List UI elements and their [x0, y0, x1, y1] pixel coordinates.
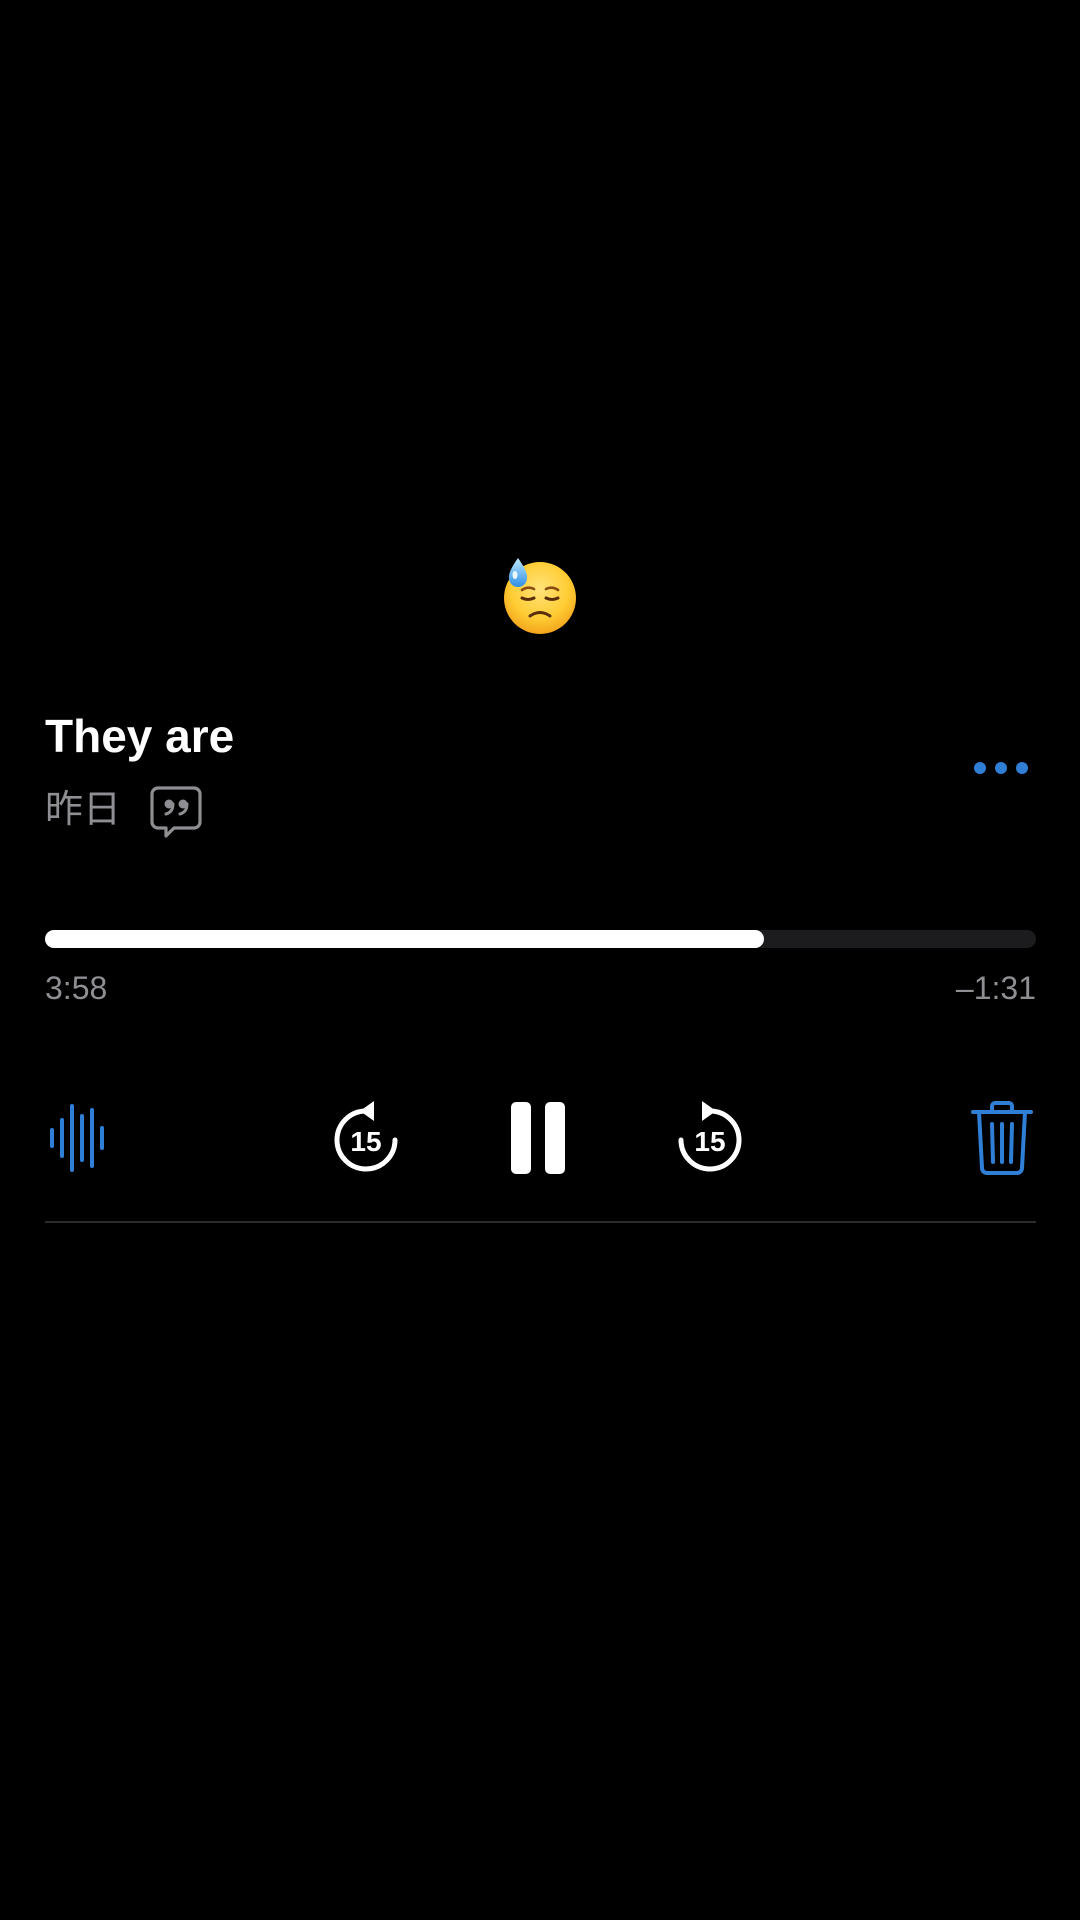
waveform-icon	[50, 1104, 104, 1172]
playback-progress-bar[interactable]	[45, 930, 1036, 948]
delete-recording-button[interactable]	[970, 1100, 1034, 1176]
pause-icon	[511, 1102, 565, 1174]
trash-icon	[971, 1101, 1033, 1175]
more-options-button[interactable]	[968, 752, 1032, 784]
recording-title: They are	[45, 710, 235, 762]
pause-button[interactable]	[508, 1100, 568, 1176]
elapsed-time: 3:58	[45, 970, 108, 1006]
ellipsis-icon	[974, 762, 1028, 774]
skip-forward-15-button[interactable]: 15	[674, 1098, 746, 1178]
recording-date: 昨日	[45, 787, 122, 831]
skip-forward-seconds: 15	[694, 1126, 725, 1157]
downcast-face-with-sweat-icon	[500, 556, 580, 636]
quote-bubble-icon	[150, 786, 202, 838]
skip-back-seconds: 15	[350, 1126, 381, 1157]
gobackward-15-icon: 15	[334, 1101, 398, 1172]
edit-waveform-button[interactable]	[46, 1102, 110, 1174]
skip-back-15-button[interactable]: 15	[330, 1098, 402, 1178]
transcript-button[interactable]	[148, 784, 204, 840]
divider	[45, 1221, 1036, 1223]
playback-progress-fill	[45, 930, 765, 948]
goforward-15-icon: 15	[678, 1101, 742, 1172]
remaining-time: –1:31	[955, 970, 1036, 1006]
